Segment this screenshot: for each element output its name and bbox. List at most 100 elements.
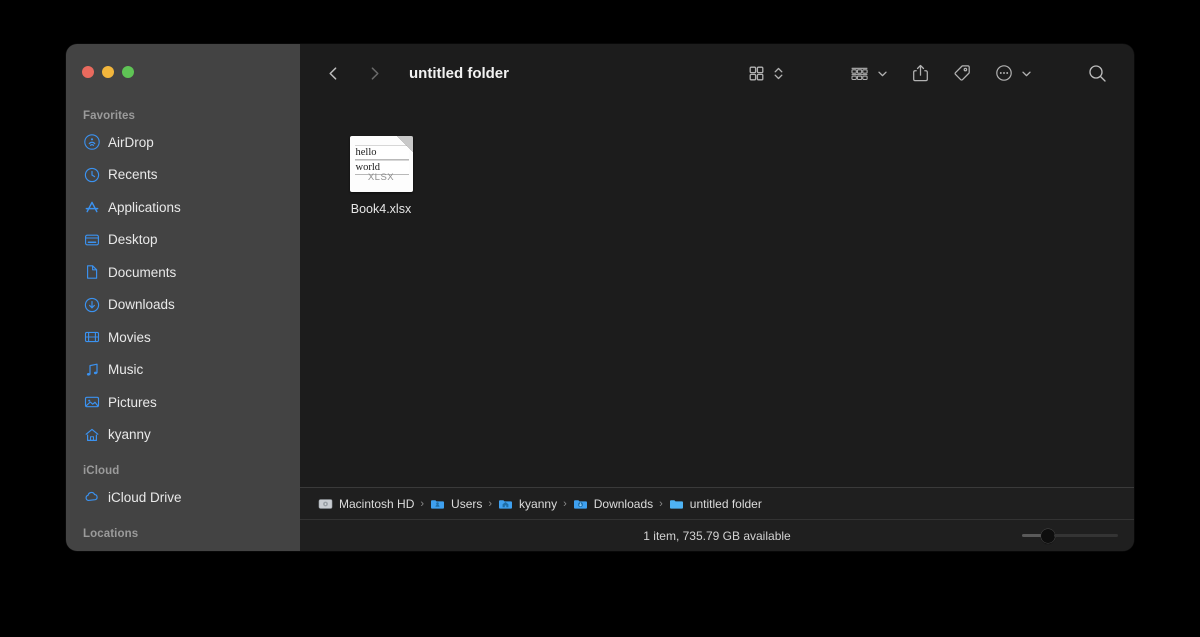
- chevron-down-icon: [876, 64, 889, 83]
- finder-window: Favorites AirDrop Recents Applications D…: [66, 44, 1134, 551]
- sidebar-item-applications[interactable]: Applications: [66, 191, 300, 224]
- users-folder-icon: [430, 497, 445, 511]
- sidebar-group-icloud-title: iCloud: [83, 465, 120, 477]
- sidebar-item-label: Downloads: [108, 297, 175, 313]
- sidebar-scroll-area[interactable]: Favorites AirDrop Recents Applications D…: [66, 102, 300, 551]
- file-item[interactable]: hello world XLSX Book4.xlsx: [322, 130, 440, 217]
- back-button[interactable]: [318, 58, 348, 88]
- xlsx-document-icon: hello world XLSX: [349, 136, 413, 192]
- file-grid[interactable]: hello world XLSX Book4.xlsx: [300, 102, 1134, 487]
- downloads-folder-icon: [573, 497, 588, 511]
- toolbar-actions: [747, 44, 1134, 102]
- tag-icon: [952, 63, 972, 83]
- breadcrumb-separator: ›: [659, 497, 663, 510]
- breadcrumb-label: Macintosh HD: [339, 496, 415, 511]
- sidebar-item-pictures[interactable]: Pictures: [66, 386, 300, 419]
- breadcrumb-separator: ›: [420, 497, 425, 510]
- view-mode-stepper[interactable]: [772, 58, 785, 88]
- document-icon: [83, 264, 100, 281]
- file-kind-label: XLSX: [367, 172, 395, 183]
- chevron-down-icon: [1020, 64, 1033, 83]
- sidebar-item-documents[interactable]: Documents: [66, 256, 300, 289]
- slider-track-empty: [1054, 534, 1118, 537]
- more-actions-chevron-button[interactable]: [1020, 58, 1033, 88]
- more-ellipsis-icon: [994, 63, 1014, 83]
- desktop-icon: [83, 231, 100, 248]
- sidebar-item-icloud-drive[interactable]: iCloud Drive: [66, 481, 300, 514]
- sidebar-item-recents[interactable]: Recents: [66, 159, 300, 192]
- sidebar-item-label: AirDrop: [108, 134, 154, 150]
- clock-icon: [83, 166, 100, 183]
- forward-chevron-icon: [366, 65, 383, 82]
- group-by-button[interactable]: [849, 58, 870, 88]
- sidebar-item-downloads[interactable]: Downloads: [66, 289, 300, 322]
- breadcrumb-label: kyanny: [519, 496, 558, 511]
- sidebar-item-label: Applications: [108, 199, 181, 215]
- sidebar-item-label: Movies: [108, 329, 151, 345]
- music-note-icon: [83, 361, 100, 378]
- sidebar-item-label: Pictures: [108, 394, 157, 410]
- sidebar-item-label: Desktop: [108, 232, 158, 248]
- sidebar-item-music[interactable]: Music: [66, 354, 300, 387]
- applications-icon: [83, 199, 100, 216]
- sidebar-item-airdrop[interactable]: AirDrop: [66, 126, 300, 159]
- view-mode-button[interactable]: [747, 58, 766, 88]
- status-text: 1 item, 735.79 GB available: [643, 528, 791, 543]
- breadcrumb-item-kyanny[interactable]: kyanny: [498, 497, 557, 511]
- breadcrumb-label: untitled folder: [689, 496, 762, 511]
- sidebar-item-label: kyanny: [108, 427, 151, 443]
- forward-button[interactable]: [359, 58, 389, 88]
- icon-size-slider[interactable]: [1022, 528, 1118, 543]
- breadcrumb-item-untitled-folder[interactable]: untitled folder: [669, 497, 762, 511]
- home-folder-icon: [498, 497, 513, 511]
- maximize-button[interactable]: [122, 66, 134, 78]
- content-pane: untitled folder hello world XLSX Book4.x…: [300, 44, 1134, 551]
- group-by-chevron-button[interactable]: [876, 58, 889, 88]
- back-chevron-icon: [325, 65, 342, 82]
- slider-track-filled: [1022, 534, 1042, 537]
- breadcrumb: Macintosh HD › Users › kyanny › Download…: [300, 487, 1134, 519]
- sidebar-item-label: Documents: [108, 264, 177, 280]
- share-icon: [911, 63, 930, 83]
- close-button[interactable]: [82, 66, 94, 78]
- airdrop-icon: [83, 134, 100, 151]
- breadcrumb-separator: ›: [563, 497, 567, 510]
- tag-button[interactable]: [952, 58, 972, 88]
- breadcrumb-label: Users: [451, 496, 483, 511]
- sidebar-item-movies[interactable]: Movies: [66, 321, 300, 354]
- file-name-label: Book4.xlsx: [350, 202, 412, 216]
- search-icon: [1087, 63, 1108, 84]
- status-bar: 1 item, 735.79 GB available: [300, 519, 1134, 551]
- breadcrumb-label: Downloads: [593, 496, 654, 511]
- cloud-icon: [83, 489, 100, 506]
- sidebar-item-label: Music: [108, 362, 144, 378]
- toolbar: untitled folder: [300, 44, 1134, 102]
- sidebar-item-kyanny[interactable]: kyanny: [66, 419, 300, 452]
- sidebar-item-desktop[interactable]: Desktop: [66, 224, 300, 257]
- film-icon: [83, 329, 100, 346]
- minimize-button[interactable]: [102, 66, 114, 78]
- hard-drive-icon: [318, 497, 333, 511]
- traffic-lights: [82, 66, 134, 78]
- more-actions-button[interactable]: [994, 58, 1014, 88]
- document-fold-icon: [396, 136, 413, 152]
- breadcrumb-separator: ›: [488, 497, 493, 510]
- icon-view-icon: [747, 64, 766, 83]
- breadcrumb-item-macintosh-hd[interactable]: Macintosh HD: [318, 497, 414, 511]
- page-title: untitled folder: [409, 64, 509, 82]
- up-down-chevron-icon: [772, 64, 785, 83]
- share-button[interactable]: [911, 58, 930, 88]
- sidebar-item-label: iCloud Drive: [108, 489, 182, 505]
- breadcrumb-item-users[interactable]: Users: [430, 497, 482, 511]
- photo-icon: [83, 394, 100, 411]
- file-icon: hello world XLSX: [348, 130, 414, 192]
- sidebar: Favorites AirDrop Recents Applications D…: [66, 44, 300, 551]
- download-icon: [83, 296, 100, 313]
- slider-knob[interactable]: [1041, 528, 1055, 543]
- group-by-icon: [849, 64, 870, 83]
- folder-icon: [669, 497, 684, 511]
- sidebar-group-favorites-title: Favorites: [83, 110, 136, 122]
- search-button[interactable]: [1087, 58, 1108, 88]
- breadcrumb-item-downloads[interactable]: Downloads: [573, 497, 653, 511]
- sidebar-group-locations-title: Locations: [83, 527, 139, 540]
